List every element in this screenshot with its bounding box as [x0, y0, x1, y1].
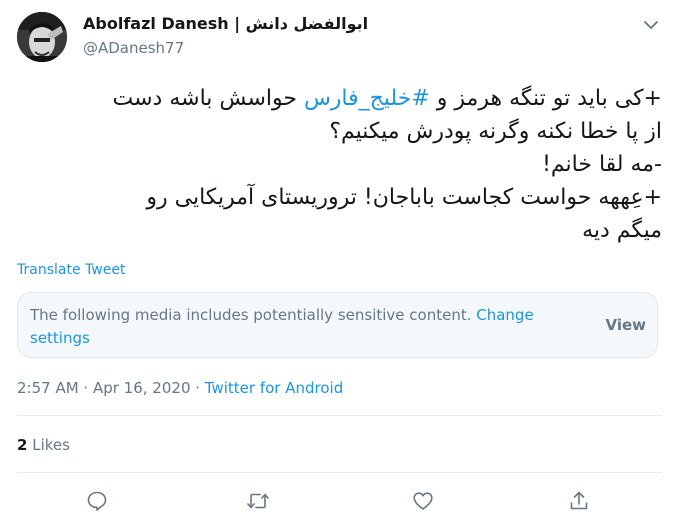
tweet-line-2: از پا خطا نکنه وگرنه پودرش میکنیم؟ — [329, 119, 662, 144]
hashtag-link[interactable]: #خلیج_فارس — [304, 86, 430, 111]
meta-separator: · — [78, 379, 93, 397]
author-handle[interactable]: @ADanesh77 — [83, 39, 184, 57]
reply-icon[interactable] — [85, 489, 109, 513]
retweet-icon[interactable] — [246, 489, 270, 513]
translate-tweet-link[interactable]: Translate Tweet — [17, 262, 125, 278]
tweet-line-3: -مه لقا خانم! — [542, 152, 662, 177]
divider — [17, 415, 662, 416]
tweet-line-4: +عِههه حواست کجاست باباجان! تروریستای آم… — [146, 185, 662, 210]
tweet-time[interactable]: 2:57 AM — [17, 379, 79, 397]
author-name[interactable]: Abolfazl Danesh | ابوالفضل دانش — [83, 14, 368, 33]
meta-separator: · — [190, 379, 205, 397]
sensitive-message-text: The following media includes potentially… — [30, 306, 477, 324]
avatar[interactable] — [17, 12, 67, 62]
tweet-text: +کی باید تو تنگه هرمز و #خلیج_فارس حواسش… — [17, 82, 662, 247]
tweet-card: Abolfazl Danesh | ابوالفضل دانش @ADanesh… — [0, 0, 677, 529]
tweet-line-1-suffix: حواسش باشه دست — [112, 86, 304, 111]
chevron-down-icon[interactable] — [640, 14, 662, 36]
tweet-line-1-prefix: +کی باید تو تنگه هرمز و — [429, 86, 662, 111]
likes-count[interactable]: 2 Likes — [17, 436, 70, 454]
tweet-source-link[interactable]: Twitter for Android — [205, 379, 343, 397]
heart-icon[interactable] — [411, 489, 435, 513]
likes-number: 2 — [17, 436, 28, 454]
view-button[interactable]: View — [605, 316, 646, 334]
divider — [17, 472, 662, 473]
sensitive-message: The following media includes potentially… — [30, 304, 550, 350]
tweet-line-5: میگم دیه — [582, 218, 662, 243]
sensitive-media-notice: The following media includes potentially… — [17, 292, 658, 358]
avatar-image — [17, 12, 67, 62]
tweet-line-1: +کی باید تو تنگه هرمز و #خلیج_فارس حواسش… — [17, 82, 662, 115]
share-icon[interactable] — [567, 489, 591, 513]
tweet-meta: 2:57 AM · Apr 16, 2020 · Twitter for And… — [17, 379, 343, 397]
tweet-date[interactable]: Apr 16, 2020 — [93, 379, 191, 397]
likes-label: Likes — [27, 436, 70, 454]
